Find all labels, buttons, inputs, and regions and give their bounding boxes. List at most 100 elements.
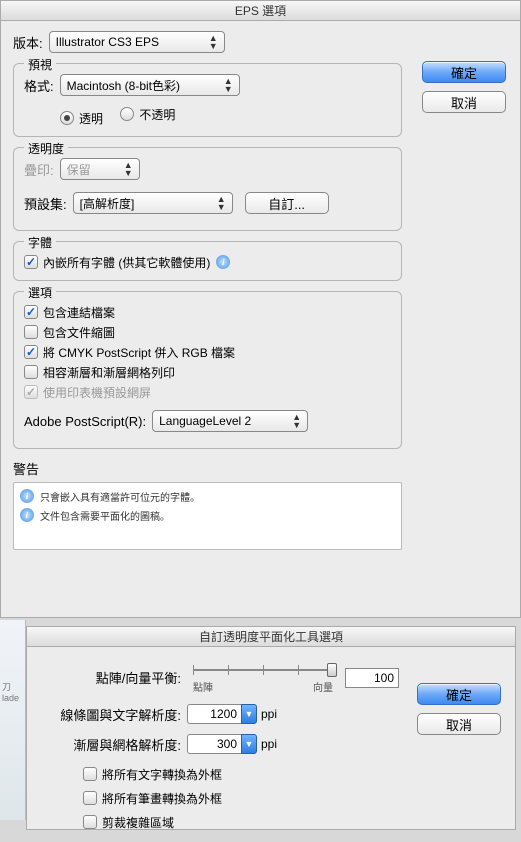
version-select[interactable]: Illustrator CS3 EPS ▲▼ <box>49 31 225 53</box>
grad-res-row: 漸層與網格解析度: 300 ▼ ppi <box>41 734 501 754</box>
postscript-label: Adobe PostScript(R): <box>24 414 146 429</box>
cmyk-label: 將 CMYK PostScript 併入 RGB 檔案 <box>43 344 235 361</box>
slider-left-tag: 點陣 <box>193 679 213 694</box>
clip-complex-label: 剪裁複雜區域 <box>102 814 174 831</box>
preset-value: [高解析度] <box>80 195 135 212</box>
radio-icon <box>120 107 134 121</box>
radio-transparent-label: 透明 <box>79 110 103 127</box>
unit-label: ppi <box>261 737 277 751</box>
radio-icon <box>60 111 74 125</box>
postscript-value: LanguageLevel 2 <box>159 414 251 428</box>
text-to-outlines-checkbox[interactable]: 將所有文字轉換為外框 <box>83 764 487 784</box>
format-value: Macintosh (8-bit色彩) <box>67 77 180 94</box>
chevron-updown-icon: ▲▼ <box>217 195 226 211</box>
linked-files-checkbox[interactable]: ✓ 包含連結檔案 <box>24 302 377 322</box>
preview-group: 預視 格式: Macintosh (8-bit色彩) ▲▼ 透明 不透明 <box>13 63 402 137</box>
strokes-to-outlines-checkbox[interactable]: 將所有筆畫轉換為外框 <box>83 788 487 808</box>
grad-res-label: 漸層與網格解析度: <box>41 735 181 754</box>
slider-right-tag: 向量 <box>313 679 333 694</box>
format-label: 格式: <box>24 76 54 95</box>
chevron-updown-icon: ▲▼ <box>124 161 133 177</box>
postscript-select[interactable]: LanguageLevel 2 ▲▼ <box>152 410 308 432</box>
printer-screens-checkbox: ✓ 使用印表機預設網屏 <box>24 382 377 402</box>
checkbox-icon <box>83 791 97 805</box>
warnings-section: 警告 i 只會嵌入具有適當許可位元的字體。 i 文件包含需要平面化的圖稿。 <box>13 459 402 550</box>
warnings-box: i 只會嵌入具有適當許可位元的字體。 i 文件包含需要平面化的圖稿。 <box>13 482 402 550</box>
balance-label: 點陣/向量平衡: <box>41 668 181 687</box>
strokes-to-outlines-label: 將所有筆畫轉換為外框 <box>102 790 222 807</box>
checkbox-icon: ✓ <box>24 305 38 319</box>
info-icon: i <box>20 489 34 503</box>
flatten-checks: 將所有文字轉換為外框 將所有筆畫轉換為外框 剪裁複雜區域 <box>83 764 501 832</box>
eps-options-dialog: EPS 選項 版本: Illustrator CS3 EPS ▲▼ 確定 取消 … <box>0 0 521 618</box>
fonts-group: 字體 ✓ 內嵌所有字體 (供其它軟體使用) i <box>13 241 402 281</box>
dialog-title: EPS 選項 <box>1 1 520 21</box>
dropdown-icon[interactable]: ▼ <box>241 734 257 754</box>
checkbox-icon <box>24 365 38 379</box>
checkbox-icon: ✓ <box>24 345 38 359</box>
checkbox-icon: ✓ <box>24 385 38 399</box>
preset-select[interactable]: [高解析度] ▲▼ <box>73 192 233 214</box>
radio-transparent[interactable]: 透明 <box>60 108 103 128</box>
chevron-updown-icon: ▲▼ <box>224 77 233 93</box>
format-select[interactable]: Macintosh (8-bit色彩) ▲▼ <box>60 74 240 96</box>
radio-opaque-label: 不透明 <box>139 106 175 123</box>
side-buttons: 確定 取消 <box>417 683 501 735</box>
clip-complex-checkbox[interactable]: 剪裁複雜區域 <box>83 812 487 832</box>
custom-button[interactable]: 自訂... <box>245 192 329 214</box>
cmyk-checkbox[interactable]: ✓ 將 CMYK PostScript 併入 RGB 檔案 <box>24 342 377 362</box>
line-res-label: 線條圖與文字解析度: <box>41 705 181 724</box>
unit-label: ppi <box>261 707 277 721</box>
transparency-legend: 透明度 <box>24 140 68 157</box>
fonts-legend: 字體 <box>24 234 56 251</box>
version-row: 版本: Illustrator CS3 EPS ▲▼ <box>13 31 508 53</box>
text-to-outlines-label: 將所有文字轉換為外框 <box>102 766 222 783</box>
preview-legend: 預視 <box>24 56 56 73</box>
radio-opaque[interactable]: 不透明 <box>120 104 175 124</box>
options-group: 選項 ✓ 包含連結檔案 包含文件縮圖 ✓ 將 CMYK PostScript 併… <box>13 291 402 449</box>
version-label: 版本: <box>13 33 43 52</box>
info-icon: i <box>20 508 34 522</box>
checkbox-icon <box>83 815 97 829</box>
grad-res-input[interactable]: 300 <box>187 734 241 754</box>
gradient-label: 相容漸層和漸層網格列印 <box>43 364 175 381</box>
embed-fonts-checkbox[interactable]: ✓ 內嵌所有字體 (供其它軟體使用) i <box>24 252 230 272</box>
balance-input[interactable]: 100 <box>345 668 399 688</box>
thumbnail-label: 包含文件縮圖 <box>43 324 115 341</box>
checkbox-icon <box>83 767 97 781</box>
warnings-label: 警告 <box>13 459 396 478</box>
version-value: Illustrator CS3 EPS <box>56 35 159 49</box>
cancel-button[interactable]: 取消 <box>422 91 506 113</box>
grad-res-combo[interactable]: 300 ▼ <box>187 734 257 754</box>
thumbnail-checkbox[interactable]: 包含文件縮圖 <box>24 322 377 342</box>
side-buttons: 確定 取消 <box>422 61 506 113</box>
overprint-select: 保留 ▲▼ <box>60 158 140 180</box>
warning-1: 只會嵌入具有適當許可位元的字體。 <box>40 489 200 504</box>
chevron-updown-icon: ▲▼ <box>209 34 218 50</box>
background-panel: 刀 lade <box>0 620 26 820</box>
checkbox-icon <box>24 325 38 339</box>
flattener-options-dialog: 自訂透明度平面化工具選項 確定 取消 點陣/向量平衡: 點陣 <box>26 626 516 830</box>
overprint-value: 保留 <box>67 161 91 178</box>
warning-2: 文件包含需要平面化的圖稿。 <box>40 508 170 523</box>
gradient-checkbox[interactable]: 相容漸層和漸層網格列印 <box>24 362 377 382</box>
printer-screens-label: 使用印表機預設網屏 <box>43 384 151 401</box>
slider-thumb-icon[interactable] <box>327 663 337 677</box>
dialog-title: 自訂透明度平面化工具選項 <box>27 627 515 647</box>
dropdown-icon[interactable]: ▼ <box>241 704 257 724</box>
line-res-input[interactable]: 1200 <box>187 704 241 724</box>
ok-button[interactable]: 確定 <box>422 61 506 83</box>
embed-fonts-label: 內嵌所有字體 (供其它軟體使用) <box>43 254 210 271</box>
transparency-group: 透明度 疊印: 保留 ▲▼ 預設集: [高解析度] ▲▼ 自訂... <box>13 147 402 231</box>
ok-button[interactable]: 確定 <box>417 683 501 705</box>
info-icon[interactable]: i <box>216 255 230 269</box>
dialog-content: 確定 取消 點陣/向量平衡: 點陣 向量 100 <box>27 647 515 842</box>
options-legend: 選項 <box>24 284 56 301</box>
checkbox-icon: ✓ <box>24 255 38 269</box>
cancel-button[interactable]: 取消 <box>417 713 501 735</box>
warning-line: i 只會嵌入具有適當許可位元的字體。 <box>20 489 395 504</box>
balance-slider[interactable] <box>193 661 333 679</box>
dialog-content: 版本: Illustrator CS3 EPS ▲▼ 確定 取消 預視 格式: … <box>1 21 520 570</box>
preset-label: 預設集: <box>24 194 67 213</box>
line-res-combo[interactable]: 1200 ▼ <box>187 704 257 724</box>
